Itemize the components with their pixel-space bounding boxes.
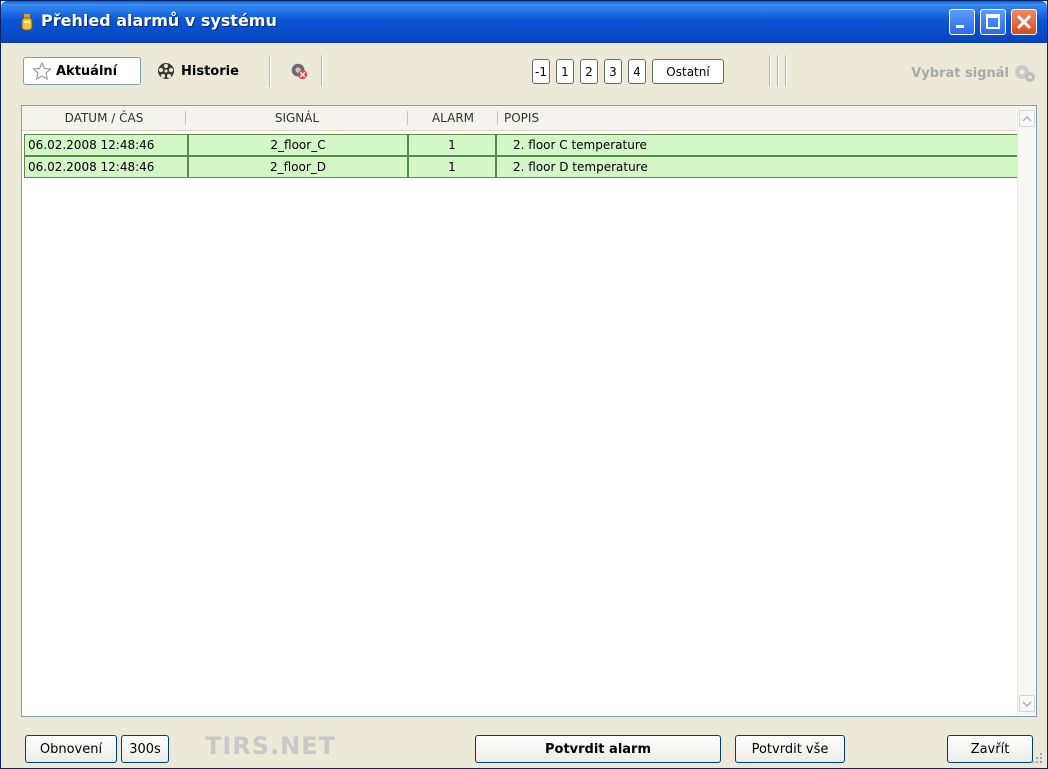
star-icon — [32, 62, 52, 80]
toolbar-separator — [321, 55, 323, 87]
table-row[interactable]: 06.02.2008 12:48:46 2_floor_D 1 2. floor… — [24, 156, 1018, 178]
vertical-scrollbar[interactable] — [1017, 106, 1036, 716]
column-header-description[interactable]: POPIS — [504, 106, 804, 130]
brand-logo: TIRS.NET — [205, 732, 337, 760]
history-tab[interactable]: Historie — [147, 57, 257, 85]
minimize-button[interactable] — [949, 9, 975, 35]
close-button[interactable]: Zavřít — [947, 735, 1033, 763]
current-tab[interactable]: Aktuální — [23, 57, 141, 85]
gear-reset-icon — [291, 63, 308, 80]
cell-datetime: 06.02.2008 12:48:46 — [24, 134, 188, 156]
table-row[interactable]: 06.02.2008 12:48:46 2_floor_C 1 2. floor… — [24, 134, 1018, 156]
cell-signal: 2_floor_C — [188, 134, 408, 156]
table-header: DATUM / ČAS SIGNÁL ALARM POPIS — [22, 106, 1016, 131]
column-header-signal[interactable]: SIGNÁL — [186, 106, 408, 130]
page-button-1[interactable]: 1 — [556, 59, 574, 84]
chevron-up-icon — [1022, 115, 1032, 122]
refresh-interval-button[interactable]: 300s — [121, 735, 169, 763]
cell-alarm: 1 — [408, 156, 496, 178]
alarm-overview-window: Přehled alarmů v systému Aktuální Histor… — [0, 0, 1048, 769]
page-button-3[interactable]: 3 — [604, 59, 622, 84]
toolbar-separator — [777, 55, 779, 87]
maximize-icon — [986, 14, 1000, 29]
alarm-table: DATUM / ČAS SIGNÁL ALARM POPIS 06.02.200… — [21, 105, 1037, 717]
close-icon — [1016, 14, 1032, 30]
select-signal-label: Vybrat signál — [911, 65, 1009, 81]
confirm-all-button[interactable]: Potvrdit vše — [735, 735, 845, 763]
window-title: Přehled alarmů v systému — [41, 11, 277, 30]
history-tab-label: Historie — [181, 63, 239, 79]
page-button-other[interactable]: Ostatní — [652, 59, 724, 84]
app-icon — [21, 14, 33, 31]
column-header-datetime[interactable]: DATUM / ČAS — [22, 106, 186, 130]
page-button-minus1[interactable]: -1 — [532, 59, 550, 84]
toolbar-separator — [269, 55, 271, 87]
current-tab-label: Aktuální — [56, 63, 118, 79]
toolbar: Aktuální Historie -1 1 2 3 4 Ostatní Vyb… — [1, 43, 1047, 99]
cell-alarm: 1 — [408, 134, 496, 156]
gears-icon — [1015, 65, 1035, 82]
page-button-4[interactable]: 4 — [628, 59, 646, 84]
toolbar-separator — [769, 55, 771, 87]
cell-datetime: 06.02.2008 12:48:46 — [24, 156, 188, 178]
page-button-2[interactable]: 2 — [580, 59, 598, 84]
confirm-alarm-button[interactable]: Potvrdit alarm — [475, 735, 721, 763]
bottom-bar: Obnovení 300s TIRS.NET Potvrdit alarm Po… — [1, 723, 1047, 768]
minimize-icon — [956, 25, 964, 28]
title-bar[interactable]: Přehled alarmů v systému — [1, 1, 1047, 43]
column-header-alarm[interactable]: ALARM — [408, 106, 498, 130]
cell-description: 2. floor C temperature — [496, 134, 1018, 156]
resize-grip-icon[interactable] — [1031, 752, 1043, 764]
filter-reset-button[interactable] — [281, 57, 317, 85]
cell-signal: 2_floor_D — [188, 156, 408, 178]
scroll-up-button[interactable] — [1019, 110, 1035, 127]
film-reel-icon — [158, 63, 174, 79]
select-signal-button[interactable]: Vybrat signál — [911, 63, 1037, 83]
cell-description: 2. floor D temperature — [496, 156, 1018, 178]
close-window-button[interactable] — [1011, 9, 1037, 35]
maximize-button[interactable] — [980, 9, 1006, 35]
chevron-down-icon — [1022, 701, 1032, 708]
scroll-down-button[interactable] — [1019, 695, 1035, 712]
refresh-button[interactable]: Obnovení — [25, 735, 117, 763]
toolbar-separator — [785, 55, 787, 87]
